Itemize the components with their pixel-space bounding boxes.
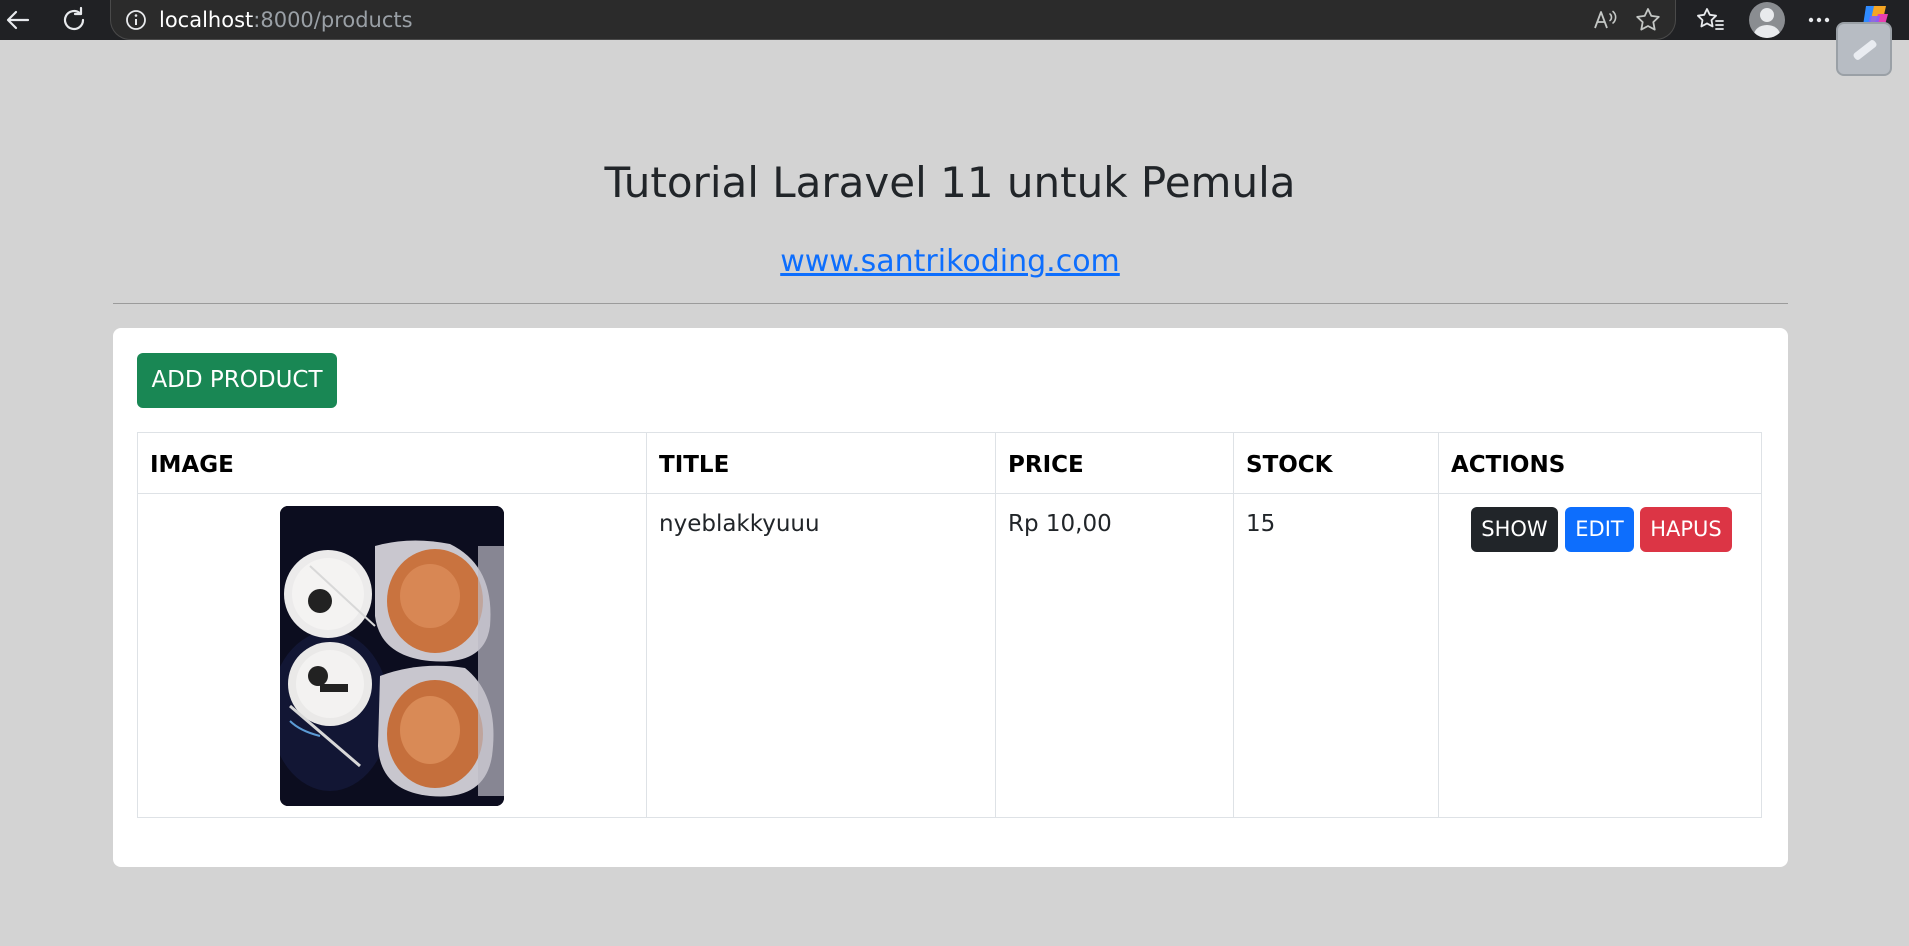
add-product-button[interactable]: ADD PRODUCT (137, 353, 337, 408)
header-actions: ACTIONS (1451, 452, 1566, 478)
cell-image (138, 494, 647, 818)
favorites-icon[interactable] (1694, 4, 1726, 36)
header-image: IMAGE (138, 433, 647, 493)
show-button[interactable]: SHOW (1471, 507, 1558, 552)
table-header-row: IMAGE TITLE PRICE STOCK ACTIONS (138, 433, 1761, 494)
cell-price: Rp 10,00 (996, 494, 1234, 818)
edit-button[interactable]: EDIT (1565, 507, 1634, 552)
site-link-wrapper: www.santrikoding.com (0, 244, 1900, 279)
cell-actions: SHOW EDIT HAPUS (1439, 494, 1763, 818)
products-card: ADD PRODUCT IMAGE TITLE PRICE STOCK ACTI… (113, 328, 1788, 867)
read-aloud-icon[interactable] (1591, 6, 1619, 34)
header-price: PRICE (996, 433, 1234, 493)
page-title: Tutorial Laravel 11 untuk Pemula (604, 158, 1296, 207)
refresh-icon[interactable] (58, 4, 90, 36)
site-link[interactable]: www.santrikoding.com (780, 244, 1120, 279)
delete-button[interactable]: HAPUS (1640, 507, 1732, 552)
favorite-star-icon[interactable] (1634, 6, 1662, 34)
products-table: IMAGE TITLE PRICE STOCK ACTIONS nyeblakk… (137, 432, 1762, 818)
address-bar[interactable]: localhost:8000/products (110, 0, 1676, 40)
more-icon[interactable] (1803, 4, 1835, 36)
cell-title: nyeblakkyuuu (647, 494, 996, 818)
cell-stock: 15 (1234, 494, 1439, 818)
profile-avatar[interactable] (1749, 2, 1785, 38)
sidebar-pin-icon[interactable] (1836, 22, 1892, 76)
header-title: TITLE (647, 433, 996, 493)
back-icon[interactable] (2, 4, 34, 36)
browser-toolbar: localhost:8000/products (0, 0, 1909, 40)
header-stock: STOCK (1234, 433, 1439, 493)
url-text[interactable]: localhost:8000/products (159, 9, 413, 31)
table-row: nyeblakkyuuu Rp 10,00 15 SHOW EDIT HAPUS (138, 494, 1761, 818)
divider (113, 303, 1788, 304)
site-info-icon[interactable] (125, 9, 147, 31)
product-image (280, 506, 504, 806)
